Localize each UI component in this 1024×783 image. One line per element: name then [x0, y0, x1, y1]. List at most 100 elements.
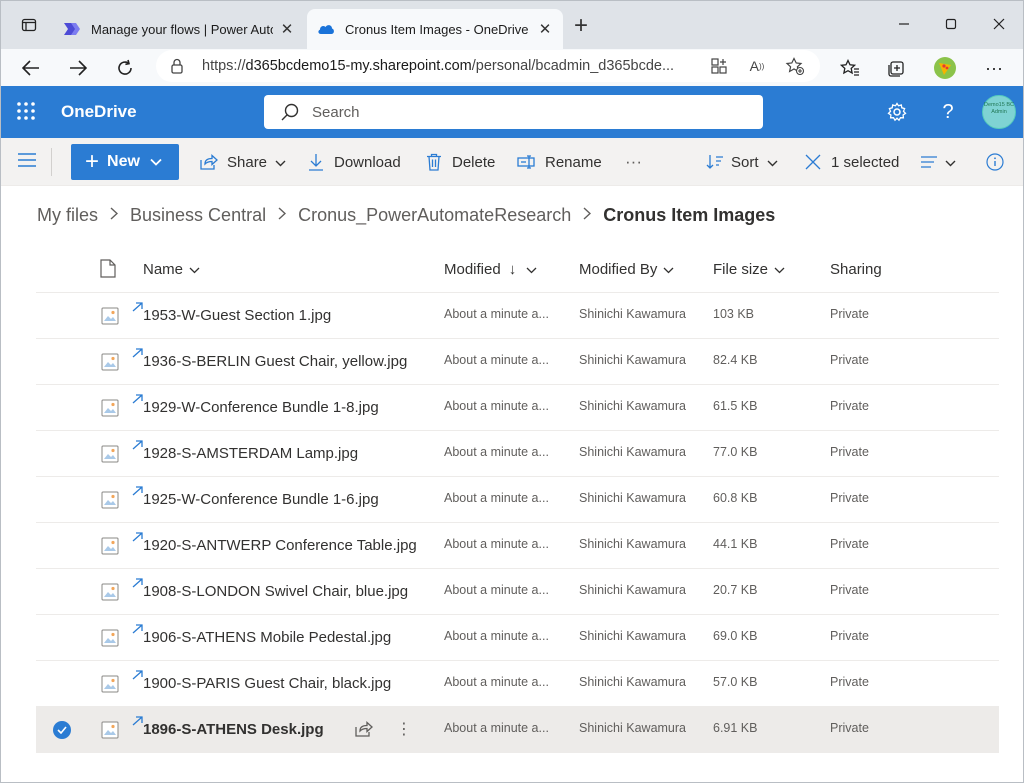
sharing-cell[interactable]: Private: [830, 675, 869, 689]
table-row[interactable]: 1925-W-Conference Bundle 1-6.jpg About a …: [36, 477, 999, 523]
view-options-button[interactable]: [919, 148, 956, 176]
app-launcher-waffle-icon[interactable]: [15, 100, 37, 122]
share-row-icon[interactable]: [354, 719, 374, 739]
sharing-cell[interactable]: Private: [830, 399, 869, 413]
column-header-file-size[interactable]: File size: [713, 261, 785, 278]
onedrive-cloud-icon: [317, 20, 335, 38]
file-name-link[interactable]: 1908-S-LONDON Swivel Chair, blue.jpg: [143, 583, 408, 600]
file-name-link[interactable]: 1953-W-Guest Section 1.jpg: [143, 307, 331, 324]
app-available-icon[interactable]: [708, 56, 730, 76]
modified-by-cell[interactable]: Shinichi Kawamura: [579, 307, 686, 321]
breadcrumb-business-central[interactable]: Business Central: [130, 205, 266, 226]
tab-power-automate[interactable]: Manage your flows | Power Autom ✕: [53, 9, 305, 49]
file-name-link[interactable]: 1925-W-Conference Bundle 1-6.jpg: [143, 491, 379, 508]
share-button[interactable]: Share: [199, 148, 286, 176]
chevron-down-icon: [275, 154, 286, 171]
rename-button[interactable]: Rename: [517, 148, 602, 176]
file-list: Name Modified ↓ Modified By File size Sh…: [36, 247, 999, 753]
onedrive-header: OneDrive Search ? Demo15 BC Admin: [1, 86, 1023, 138]
modified-by-cell[interactable]: Shinichi Kawamura: [579, 353, 686, 367]
modified-cell: About a minute a...: [444, 307, 549, 321]
file-size-cell: 61.5 KB: [713, 399, 758, 413]
modified-by-cell[interactable]: Shinichi Kawamura: [579, 583, 686, 597]
sharing-cell[interactable]: Private: [830, 583, 869, 597]
tab-onedrive[interactable]: Cronus Item Images - OneDrive ✕: [307, 9, 563, 49]
view-list-icon: [919, 152, 939, 172]
modified-by-cell[interactable]: Shinichi Kawamura: [579, 537, 686, 551]
modified-by-cell[interactable]: Shinichi Kawamura: [579, 399, 686, 413]
table-row[interactable]: 1896-S-ATHENS Desk.jpg ⋮ About a minute a.…: [36, 707, 999, 753]
sharing-cell[interactable]: Private: [830, 445, 869, 459]
modified-cell: About a minute a...: [444, 353, 549, 367]
search-box[interactable]: Search: [264, 95, 763, 129]
modified-by-cell[interactable]: Shinichi Kawamura: [579, 629, 686, 643]
modified-cell: About a minute a...: [444, 399, 549, 413]
forward-arrow-icon[interactable]: [62, 52, 94, 84]
minimize-icon[interactable]: [881, 9, 927, 39]
file-name-link[interactable]: 1896-S-ATHENS Desk.jpg: [143, 721, 324, 738]
breadcrumb-research-folder[interactable]: Cronus_PowerAutomateResearch: [298, 205, 571, 226]
more-commands-button[interactable]: ···: [625, 148, 642, 176]
sort-button[interactable]: Sort: [705, 148, 778, 176]
settings-gear-icon[interactable]: [885, 100, 909, 124]
table-row[interactable]: 1953-W-Guest Section 1.jpg About a minute…: [36, 293, 999, 339]
address-bar[interactable]: https://d365bcdemo15-my.sharepoint.com/p…: [156, 50, 820, 82]
modified-by-cell[interactable]: Shinichi Kawamura: [579, 445, 686, 459]
table-row[interactable]: 1908-S-LONDON Swivel Chair, blue.jpg Abou…: [36, 569, 999, 615]
extension-icon[interactable]: [929, 52, 961, 84]
table-row[interactable]: 1906-S-ATHENS Mobile Pedestal.jpg About a…: [36, 615, 999, 661]
sort-label: Sort: [731, 153, 759, 171]
table-row[interactable]: 1929-W-Conference Bundle 1-8.jpg About a …: [36, 385, 999, 431]
file-name-link[interactable]: 1900-S-PARIS Guest Chair, black.jpg: [143, 675, 391, 692]
sharing-cell[interactable]: Private: [830, 537, 869, 551]
nav-menu-hamburger-icon[interactable]: [17, 153, 37, 171]
refresh-icon[interactable]: [109, 52, 141, 84]
add-favorite-star-icon[interactable]: [784, 56, 806, 76]
new-button[interactable]: + New: [71, 144, 179, 180]
breadcrumb-my-files[interactable]: My files: [37, 205, 98, 226]
column-header-sharing[interactable]: Sharing: [830, 261, 882, 278]
modified-by-cell[interactable]: Shinichi Kawamura: [579, 491, 686, 505]
file-name-link[interactable]: 1920-S-ANTWERP Conference Table.jpg: [143, 537, 417, 554]
back-arrow-icon[interactable]: [15, 52, 47, 84]
app-title[interactable]: OneDrive: [61, 102, 137, 122]
sharing-cell[interactable]: Private: [830, 629, 869, 643]
maximize-icon[interactable]: [928, 9, 974, 39]
row-checkmark-icon[interactable]: [53, 721, 71, 739]
delete-button[interactable]: Delete: [424, 148, 495, 176]
file-name-link[interactable]: 1936-S-BERLIN Guest Chair, yellow.jpg: [143, 353, 407, 370]
file-name-link[interactable]: 1928-S-AMSTERDAM Lamp.jpg: [143, 445, 358, 462]
tab-actions-icon[interactable]: [15, 11, 43, 39]
more-actions-vertical-icon[interactable]: ⋮: [394, 719, 414, 739]
read-aloud-icon[interactable]: A)): [746, 56, 768, 76]
sharing-cell[interactable]: Private: [830, 721, 869, 735]
sharing-cell[interactable]: Private: [830, 491, 869, 505]
download-button[interactable]: Download: [306, 148, 401, 176]
help-question-icon[interactable]: ?: [936, 100, 960, 124]
sharing-cell[interactable]: Private: [830, 353, 869, 367]
close-window-icon[interactable]: [976, 9, 1022, 39]
favorites-icon[interactable]: [834, 52, 866, 84]
column-header-modified[interactable]: Modified ↓: [444, 261, 537, 278]
more-options-icon[interactable]: ···: [978, 52, 1010, 84]
table-row[interactable]: 1928-S-AMSTERDAM Lamp.jpg About a minute …: [36, 431, 999, 477]
file-name-link[interactable]: 1929-W-Conference Bundle 1-8.jpg: [143, 399, 379, 416]
clear-selection-button[interactable]: 1 selected: [803, 148, 899, 176]
table-row[interactable]: 1920-S-ANTWERP Conference Table.jpg About…: [36, 523, 999, 569]
close-tab-icon[interactable]: ✕: [537, 20, 553, 38]
image-file-icon: [101, 628, 119, 648]
modified-by-cell[interactable]: Shinichi Kawamura: [579, 721, 686, 735]
close-tab-icon[interactable]: ✕: [279, 20, 295, 38]
table-row[interactable]: 1936-S-BERLIN Guest Chair, yellow.jpg Abo…: [36, 339, 999, 385]
file-name-link[interactable]: 1906-S-ATHENS Mobile Pedestal.jpg: [143, 629, 391, 646]
file-type-header-icon[interactable]: [100, 259, 116, 278]
sharing-cell[interactable]: Private: [830, 307, 869, 321]
new-tab-plus-icon[interactable]: +: [567, 13, 595, 41]
collections-icon[interactable]: [881, 52, 913, 84]
modified-by-cell[interactable]: Shinichi Kawamura: [579, 675, 686, 689]
info-button[interactable]: [985, 148, 1005, 176]
table-row[interactable]: 1900-S-PARIS Guest Chair, black.jpg About…: [36, 661, 999, 707]
column-header-name[interactable]: Name: [143, 261, 200, 278]
column-header-modified-by[interactable]: Modified By: [579, 261, 674, 278]
avatar[interactable]: Demo15 BC Admin: [982, 95, 1016, 129]
